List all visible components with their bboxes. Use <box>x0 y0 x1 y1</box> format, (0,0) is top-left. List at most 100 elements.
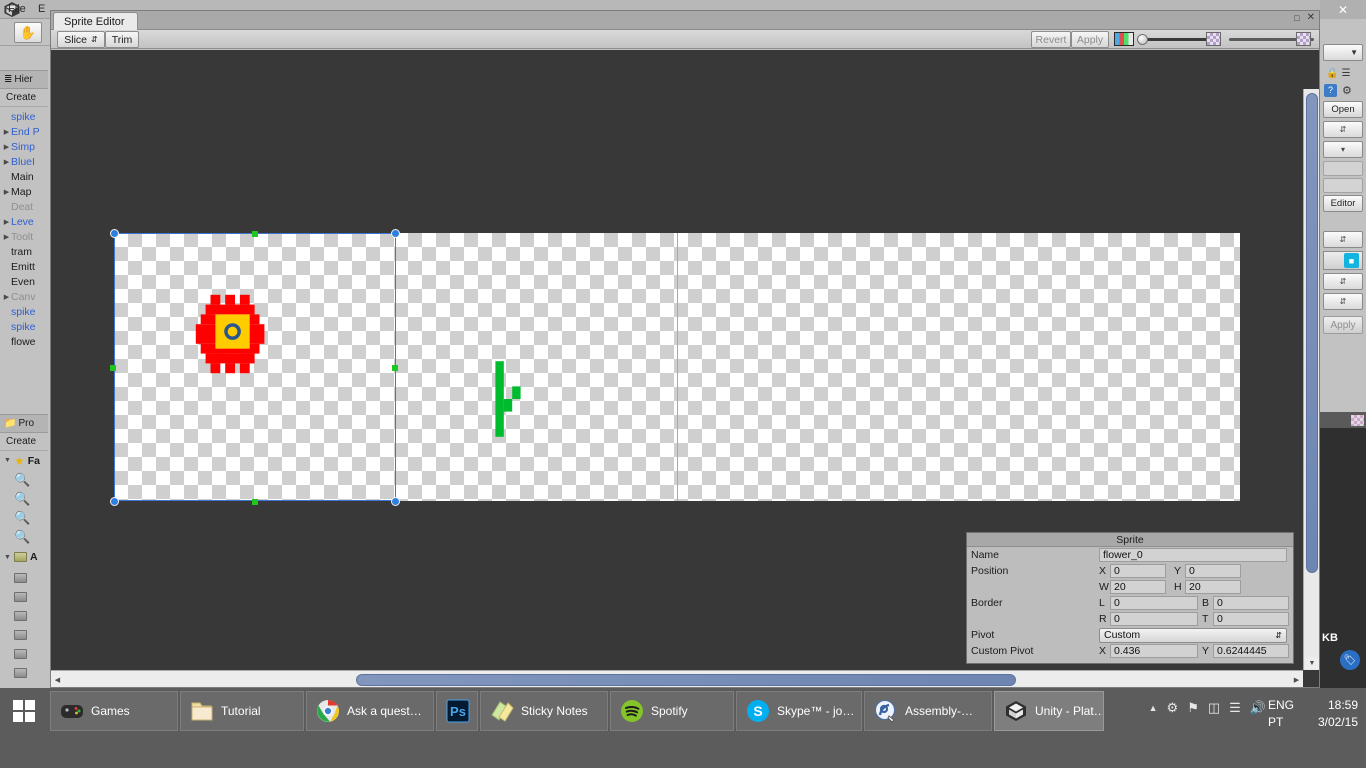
menu-file[interactable]: File <box>8 3 26 15</box>
hierarchy-item[interactable]: ▶Main <box>0 169 48 184</box>
network-icon[interactable]: ☰ <box>1229 700 1241 716</box>
apply-button[interactable]: Apply <box>1071 31 1109 48</box>
scrollbar-vertical[interactable]: ▼ <box>1303 89 1319 670</box>
custom-pivot-y-input[interactable]: 0.6244445 <box>1213 644 1289 658</box>
inspector-field-1[interactable] <box>1323 161 1363 176</box>
close-icon[interactable]: ✕ <box>1320 0 1366 19</box>
checker-icon[interactable] <box>1351 414 1364 426</box>
revert-button[interactable]: Revert <box>1031 31 1071 48</box>
action-center-icon[interactable]: ⚑ <box>1187 700 1199 716</box>
taskbar-item[interactable]: Ps <box>436 691 478 731</box>
clock[interactable]: 18:59 3/02/15 <box>1272 697 1358 731</box>
editor-button[interactable]: Editor <box>1323 195 1363 212</box>
maximize-icon[interactable]: □ <box>1294 13 1299 23</box>
inspector-spinner-3[interactable]: ⇵ <box>1323 231 1363 248</box>
saved-search-item[interactable]: 🔍 <box>0 508 48 527</box>
help-icon[interactable]: ? <box>1324 83 1337 97</box>
taskbar-item[interactable]: Assembly-… <box>864 691 992 731</box>
hierarchy-create-button[interactable]: Create <box>0 89 48 107</box>
resize-handle-circle[interactable] <box>110 229 119 238</box>
tag-icon[interactable]: 🏷 <box>1340 650 1360 670</box>
menu-edit[interactable]: E <box>38 3 45 15</box>
menu-icon[interactable]: ☰ <box>1341 68 1350 79</box>
hierarchy-item[interactable]: ▶ Toolt <box>0 229 48 244</box>
inspector-dropdown[interactable]: ▼ <box>1323 44 1363 61</box>
hierarchy-item[interactable]: ▶spike <box>0 319 48 334</box>
hierarchy-item[interactable]: ▶ Leve <box>0 214 48 229</box>
asset-folder-item[interactable] <box>0 644 48 663</box>
hierarchy-item[interactable]: ▶spike <box>0 304 48 319</box>
asset-folder-item[interactable] <box>0 587 48 606</box>
border-b-input[interactable]: 0 <box>1213 596 1289 610</box>
taskbar-item[interactable]: Sticky Notes <box>480 691 608 731</box>
sprite-selection-rect[interactable] <box>114 233 396 501</box>
settings-icon[interactable]: ⚙ <box>1167 700 1179 716</box>
inspector-apply-button[interactable]: Apply <box>1323 316 1363 334</box>
asset-folder-item[interactable] <box>0 625 48 644</box>
name-input[interactable]: flower_0 <box>1099 548 1287 562</box>
saved-search-item[interactable]: 🔍 <box>0 527 48 546</box>
checker-icon[interactable] <box>1296 32 1311 46</box>
hierarchy-item[interactable]: ▶ Canv <box>0 289 48 304</box>
hierarchy-item[interactable]: ▶ BlueI <box>0 154 48 169</box>
hierarchy-item[interactable]: ▶Even <box>0 274 48 289</box>
scrollbar-horizontal-thumb[interactable] <box>356 674 1016 686</box>
asset-folder-item[interactable] <box>0 568 48 587</box>
arrow-right-icon[interactable]: ▶ <box>1291 673 1302 686</box>
alpha-slider-knob[interactable] <box>1137 34 1148 45</box>
resize-handle-circle[interactable] <box>110 497 119 506</box>
chevron-right-icon[interactable]: ▶ <box>2 218 11 226</box>
resize-handle-square[interactable] <box>392 365 398 371</box>
scrollbar-horizontal[interactable]: ◀ ▶ <box>51 670 1303 687</box>
inspector-spinner-1[interactable]: ⇵ <box>1323 121 1363 138</box>
chevron-right-icon[interactable]: ▶ <box>2 188 11 196</box>
taskbar-item[interactable]: Spotify <box>610 691 734 731</box>
position-y-input[interactable]: 0 <box>1185 564 1241 578</box>
position-w-input[interactable]: 20 <box>1110 580 1166 594</box>
scrollbar-vertical-thumb[interactable] <box>1306 93 1318 573</box>
inspector-spinner-2[interactable]: ▾ <box>1323 141 1363 158</box>
arrow-left-icon[interactable]: ◀ <box>52 673 63 686</box>
arrow-down-icon[interactable]: ▼ <box>1305 657 1319 669</box>
trim-button[interactable]: Trim <box>105 31 139 48</box>
close-icon[interactable]: ✕ <box>1307 12 1315 23</box>
slice-dropdown-button[interactable]: Slice ⇵ <box>57 31 105 48</box>
hierarchy-tab[interactable]: ≣ Hier <box>0 71 48 89</box>
hierarchy-item[interactable]: ▶ Map <box>0 184 48 199</box>
sprite-editor-canvas[interactable]: Sprite Name flower_0 Position X 0 Y 0 W … <box>51 50 1319 687</box>
hierarchy-item[interactable]: ▶Deat <box>0 199 48 214</box>
chevron-up-icon[interactable]: ▲ <box>1149 703 1158 713</box>
hierarchy-item[interactable]: ▶flowe <box>0 334 48 349</box>
position-x-input[interactable]: 0 <box>1110 564 1166 578</box>
project-create-button[interactable]: Create <box>0 433 48 451</box>
project-assets-row[interactable]: ▼ A <box>0 546 48 568</box>
saved-search-item[interactable]: 🔍 <box>0 489 48 508</box>
resize-handle-circle[interactable] <box>391 229 400 238</box>
open-button[interactable]: Open <box>1323 101 1363 118</box>
windows-start-icon[interactable] <box>4 693 44 729</box>
taskbar-item[interactable]: Tutorial <box>180 691 304 731</box>
resize-handle-square[interactable] <box>110 365 116 371</box>
hierarchy-item[interactable]: ▶tram <box>0 244 48 259</box>
rgb-channel-icon[interactable] <box>1114 32 1134 46</box>
hand-tool-icon[interactable]: ✋ <box>14 22 42 43</box>
checker-icon[interactable] <box>1206 32 1221 46</box>
border-r-input[interactable]: 0 <box>1110 612 1198 626</box>
resize-handle-square[interactable] <box>252 499 258 505</box>
inspector-field-2[interactable] <box>1323 178 1363 193</box>
position-h-input[interactable]: 20 <box>1185 580 1241 594</box>
asset-folder-item[interactable] <box>0 663 48 682</box>
chevron-right-icon[interactable]: ▶ <box>2 293 11 301</box>
chevron-right-icon[interactable]: ▶ <box>2 158 11 166</box>
project-favorites-row[interactable]: ▼ ★ Fa <box>0 451 48 470</box>
border-l-input[interactable]: 0 <box>1110 596 1198 610</box>
inspector-spinner-5[interactable]: ⇵ <box>1323 293 1363 310</box>
hierarchy-item[interactable]: ▶ Simp <box>0 139 48 154</box>
resize-handle-square[interactable] <box>252 231 258 237</box>
hierarchy-item[interactable]: ▶spike <box>0 109 48 124</box>
inspector-spinner-4[interactable]: ⇵ <box>1323 273 1363 290</box>
pivot-dropdown[interactable]: Custom ⇵ <box>1099 627 1287 643</box>
project-tab[interactable]: 📁 Pro <box>0 415 48 433</box>
asset-folder-item[interactable] <box>0 606 48 625</box>
taskbar-item[interactable]: Ask a quest… <box>306 691 434 731</box>
